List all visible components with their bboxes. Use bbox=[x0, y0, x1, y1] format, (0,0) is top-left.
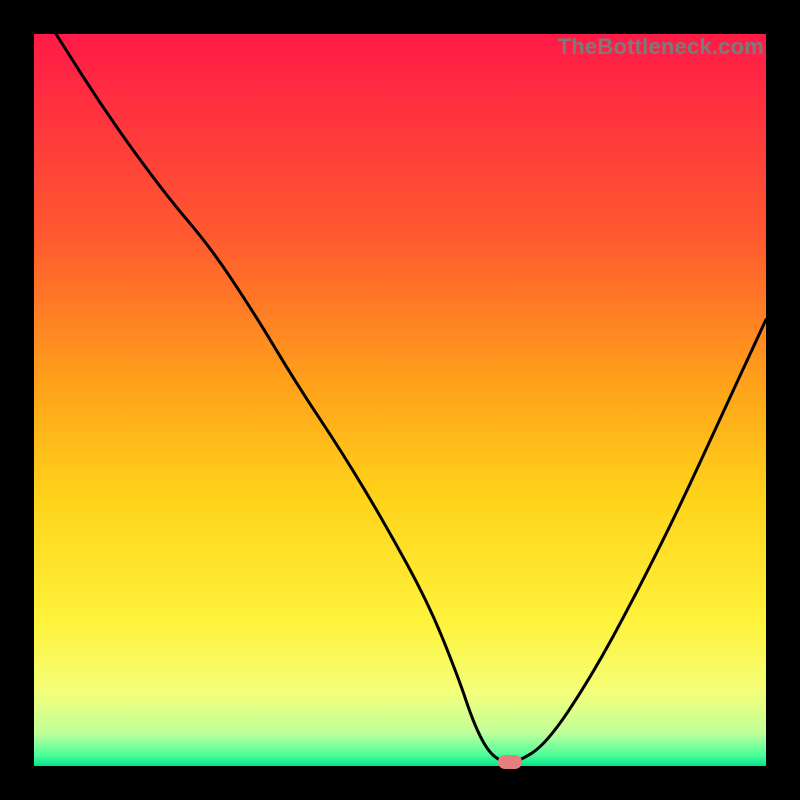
chart-svg bbox=[34, 34, 766, 766]
chart-frame: TheBottleneck.com bbox=[34, 34, 766, 766]
optimal-marker bbox=[498, 755, 522, 769]
watermark-text: TheBottleneck.com bbox=[558, 34, 764, 60]
chart-background bbox=[34, 34, 766, 766]
